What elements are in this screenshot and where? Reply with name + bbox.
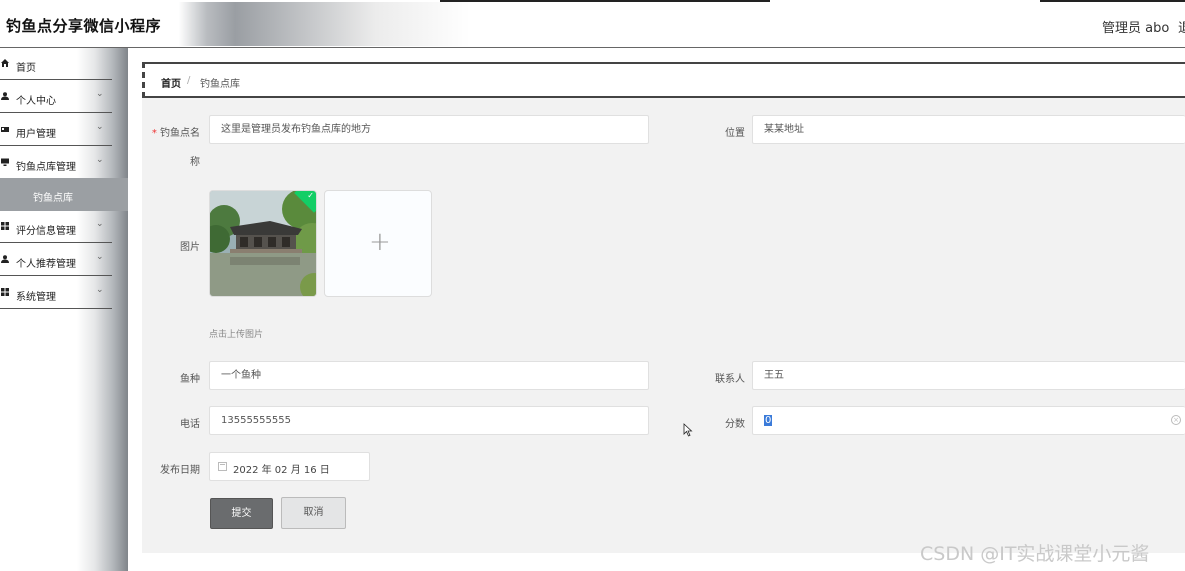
chevron-down-icon: ⌄ (96, 89, 104, 99)
name-label-continued: 称 (190, 157, 200, 168)
score-label: 分数 (725, 419, 745, 430)
sidebar-item-personal-center[interactable]: 个人中心 ⌄ (0, 81, 112, 113)
sidebar-item-recommendation-management[interactable]: 个人推荐管理 ⌄ (0, 244, 112, 276)
sidebar-item-label: 系统管理 (16, 292, 56, 303)
sidebar-item-spot-library-management[interactable]: 钓鱼点库管理 ⌄ (0, 147, 112, 179)
phone-label: 电话 (180, 419, 200, 430)
user-card-icon (1, 127, 9, 132)
contact-label: 联系人 (715, 374, 745, 385)
sidebar-item-label: 用户管理 (16, 129, 56, 140)
image-label: 图片 (180, 242, 200, 253)
sidebar-item-system-management[interactable]: 系统管理 ⌄ (0, 277, 112, 309)
app-title: 钓鱼点分享微信小程序 (6, 17, 162, 35)
score-value: 0 (764, 415, 773, 426)
admin-user-label[interactable]: 管理员 abo (1102, 17, 1169, 36)
plus-icon: + (369, 227, 391, 257)
uploaded-image-thumbnail[interactable]: ✓ (209, 190, 317, 297)
header-divider (1040, 0, 1185, 2)
image-upload-button[interactable]: + (324, 190, 432, 297)
check-icon: ✓ (307, 191, 314, 200)
sidebar-item-rating-management[interactable]: 评分信息管理 ⌄ (0, 211, 112, 243)
fish-label: 鱼种 (180, 374, 200, 385)
logout-link[interactable]: 退 (1178, 17, 1185, 36)
breadcrumb-separator: / (187, 75, 191, 86)
location-label: 位置 (725, 128, 745, 139)
top-header: 钓鱼点分享微信小程序 管理员 abo 退 (0, 0, 1185, 48)
chevron-down-icon: ⌄ (96, 122, 104, 132)
breadcrumb-home[interactable]: 首页 (161, 75, 181, 90)
user-icon (1, 255, 9, 263)
chevron-down-icon: ⌄ (96, 285, 104, 295)
chevron-down-icon: ⌄ (96, 252, 104, 262)
sidebar-item-label: 钓鱼点库管理 (16, 162, 76, 173)
spot-name-input[interactable]: 这里是管理员发布钓鱼点库的地方 (209, 115, 649, 144)
header-divider (440, 0, 770, 2)
sidebar-item-label: 个人中心 (16, 96, 56, 107)
sidebar-item-label: 个人推荐管理 (16, 259, 76, 270)
contact-input[interactable]: 王五 (752, 361, 1185, 390)
upload-tip: 点击上传图片 (209, 330, 264, 340)
sidebar-subitem-spot-library[interactable]: 钓鱼点库 (0, 178, 128, 211)
cancel-button[interactable]: 取消 (281, 497, 346, 529)
sidebar: 首页 个人中心 ⌄ 用户管理 ⌄ 钓鱼点库管理 ⌄ 钓鱼点库 评分信息管理 ⌄ … (0, 48, 128, 571)
mouse-cursor-icon (683, 423, 693, 437)
score-input[interactable]: 0 × (752, 406, 1185, 435)
location-input[interactable]: 某某地址 (752, 115, 1185, 144)
sidebar-item-user-management[interactable]: 用户管理 ⌄ (0, 114, 112, 146)
fish-species-input[interactable]: 一个鱼种 (209, 361, 649, 390)
sidebar-item-home[interactable]: 首页 (0, 48, 112, 80)
user-icon (1, 92, 9, 100)
watermark: CSDN @IT实战课堂小元酱 (920, 543, 1150, 565)
sidebar-item-label: 首页 (16, 63, 36, 74)
chevron-down-icon: ⌄ (96, 219, 104, 229)
publish-date-value: 2022 年 02 月 16 日 (233, 465, 330, 476)
grid-icon (1, 288, 9, 296)
breadcrumb-current: 钓鱼点库 (200, 79, 240, 90)
date-label: 发布日期 (160, 465, 200, 476)
sidebar-item-label: 评分信息管理 (16, 226, 76, 237)
grid-icon (1, 222, 9, 230)
calendar-icon (218, 462, 227, 471)
publish-date-picker[interactable]: 2022 年 02 月 16 日 (209, 452, 370, 481)
form-panel (142, 98, 1185, 553)
chevron-down-icon: ⌄ (96, 155, 104, 165)
sidebar-subitem-label: 钓鱼点库 (33, 193, 73, 204)
breadcrumb: 首页 / 钓鱼点库 (142, 62, 1185, 98)
submit-button[interactable]: 提交 (210, 498, 273, 529)
phone-input[interactable]: 13555555555 (209, 406, 649, 435)
name-label: * 钓鱼点名 (151, 128, 200, 139)
monitor-icon (1, 158, 9, 166)
clear-icon[interactable]: × (1171, 415, 1181, 425)
pavilion-photo (210, 191, 316, 296)
home-icon (1, 59, 9, 67)
